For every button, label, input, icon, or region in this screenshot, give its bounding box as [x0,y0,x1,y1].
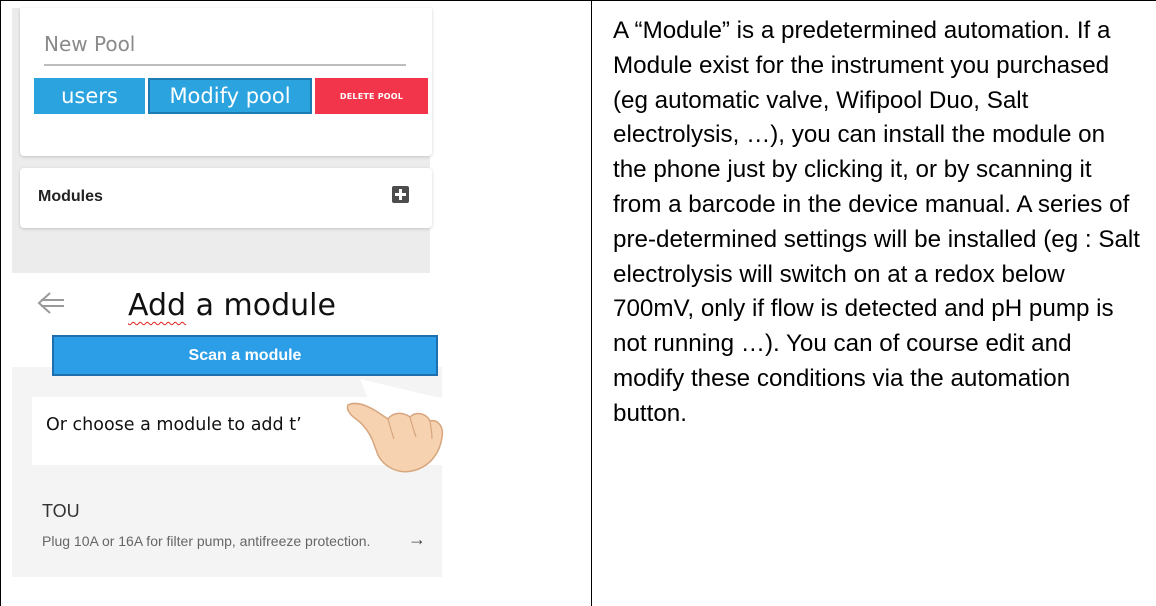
pool-name-input[interactable]: New Pool [44,32,135,56]
module-item-title[interactable]: TOU [42,501,80,522]
choose-pre: Or [46,415,73,435]
pool-name-underline [44,64,406,66]
modules-label: Modules [38,188,103,205]
arrow-right-icon[interactable]: → [408,529,426,550]
pointing-hand-icon [346,379,444,473]
choose-word-add: add [250,415,284,435]
choose-tail: t’ [283,415,302,435]
add-module-screenshot: Add a module Scan a module Or choose a m… [12,275,444,577]
table-left-border [0,0,1,606]
plus-square-icon[interactable] [392,186,409,203]
add-module-title: Add a module [122,283,390,333]
choose-word: choose [72,415,135,435]
table-column-divider [591,0,592,606]
modules-card: Modules [20,168,432,228]
choose-mid: a module to [134,415,251,435]
scan-module-button[interactable]: Scan a module [52,335,438,376]
module-description: A “Module” is a predetermined automation… [613,17,1141,427]
delete-pool-button[interactable]: DELETE POOL [315,78,428,114]
title-word-add: Add [128,288,187,323]
pool-card: New Pool users Modify pool DELETE POOL [20,8,432,156]
title-rest: a module [186,288,336,323]
back-arrow-icon[interactable] [36,289,66,317]
table-top-border [0,0,1156,1]
users-button[interactable]: users [34,78,145,114]
modify-pool-button[interactable]: Modify pool [148,78,312,114]
module-item-description: Plug 10A or 16A for filter pump, antifre… [42,533,371,549]
pool-screenshot: New Pool users Modify pool DELETE POOL M… [12,8,432,273]
choose-module-text: Or choose a module to add t’ [46,415,364,435]
